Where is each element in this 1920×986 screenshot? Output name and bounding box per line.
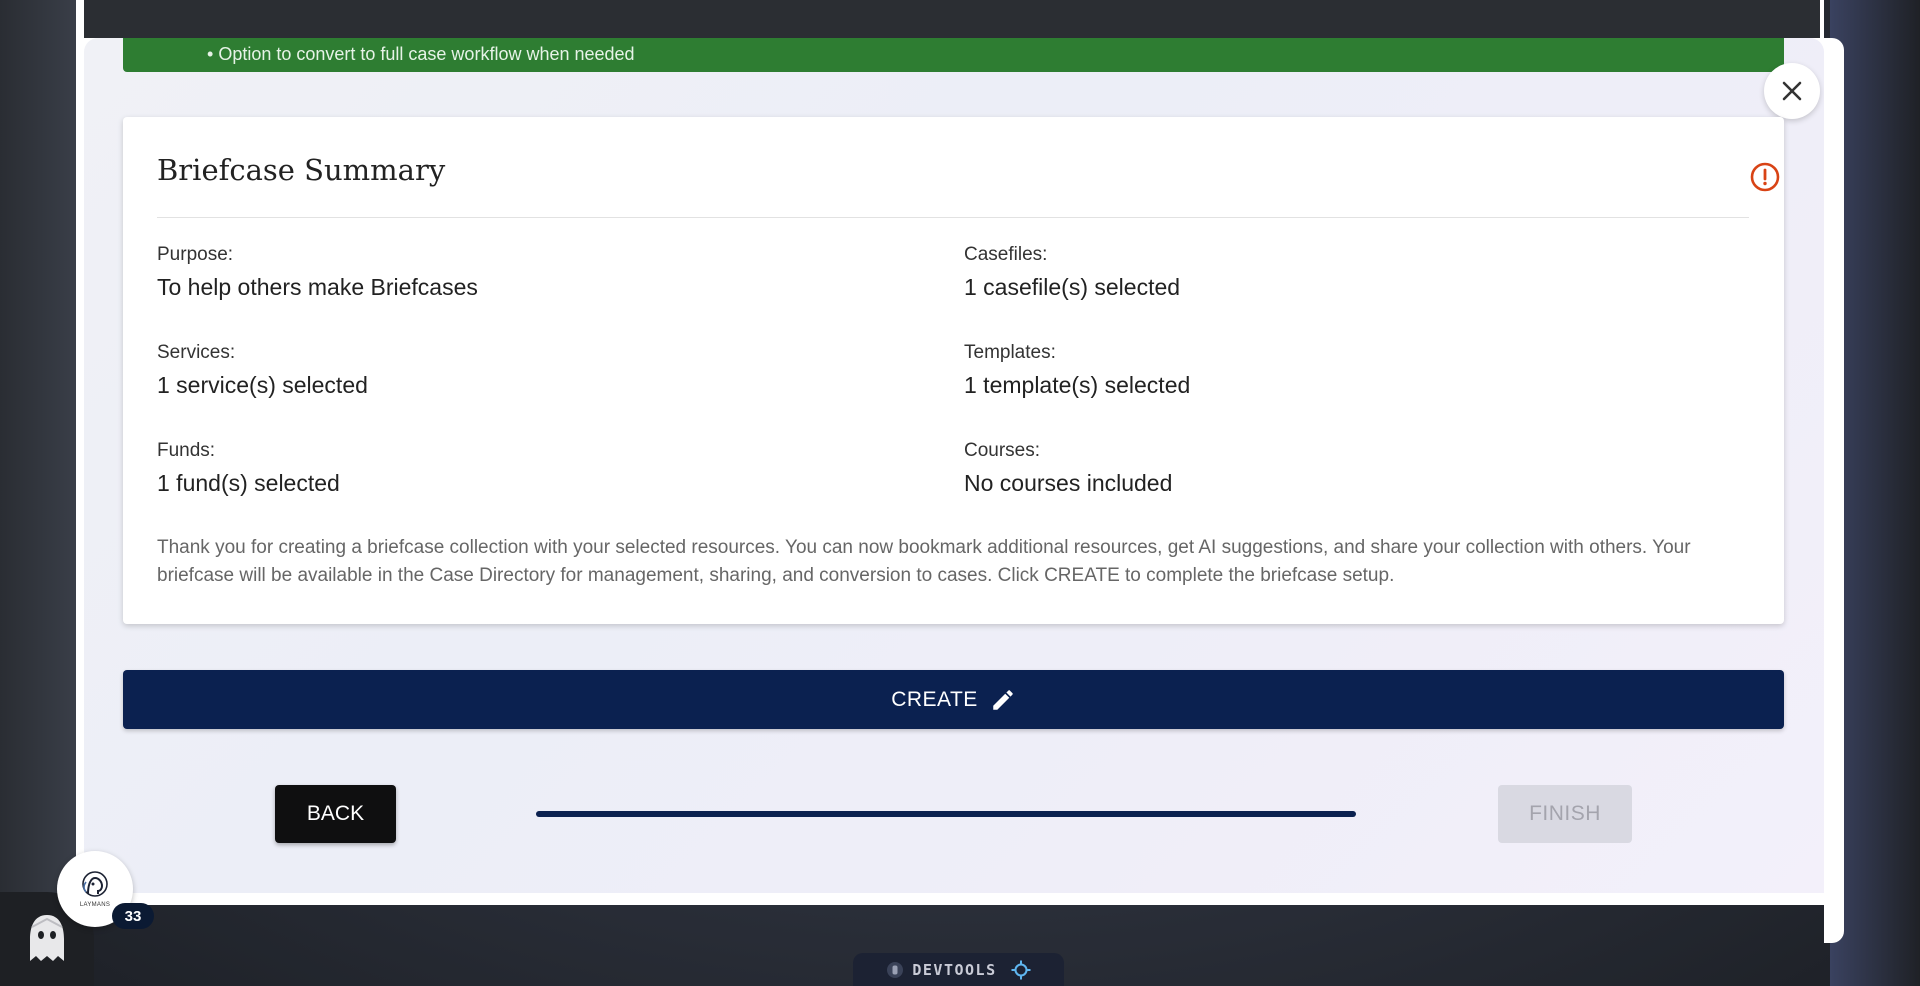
crosshair-icon[interactable] <box>1011 960 1031 980</box>
back-label: BACK <box>306 802 365 825</box>
summary-divider <box>157 217 1749 218</box>
create-label: CREATE <box>891 687 978 711</box>
alert-circle-icon[interactable] <box>1749 161 1781 193</box>
progress-fill <box>536 811 1356 817</box>
finish-label: FINISH <box>1529 802 1601 825</box>
finish-button[interactable]: FINISH <box>1498 785 1632 843</box>
field-casefiles: Casefiles: 1 casefile(s) selected <box>964 244 1180 301</box>
banner-bullet-text: Option to convert to full case workflow … <box>218 44 635 64</box>
summary-note: Thank you for creating a briefcase colle… <box>157 537 1691 586</box>
field-label: Funds: <box>157 440 216 461</box>
field-label: Templates: <box>964 342 1056 363</box>
field-value: 1 casefile(s) selected <box>964 274 1181 300</box>
devtools-label: DEVTOOLS <box>912 960 997 979</box>
field-funds: Funds: 1 fund(s) selected <box>157 440 340 497</box>
widget-caption: LAYMANS <box>79 902 111 908</box>
shield-icon <box>887 961 904 978</box>
field-templates: Templates: 1 template(s) selected <box>964 342 1190 399</box>
field-label: Services: <box>157 342 236 363</box>
devtools-bar[interactable]: DEVTOOLS <box>853 953 1064 986</box>
modal-edge <box>1824 38 1844 943</box>
ghost-icon <box>30 915 64 961</box>
close-button[interactable] <box>1764 63 1820 119</box>
create-button[interactable]: CREATE <box>123 670 1784 729</box>
summary-title: Briefcase Summary <box>157 153 446 187</box>
backdrop-left <box>0 0 80 986</box>
field-label: Purpose: <box>157 244 234 265</box>
field-label: Courses: <box>964 440 1041 461</box>
summary-card: Briefcase Summary Purpose: To help other… <box>123 117 1784 624</box>
banner-bullet: • Option to convert to full case workflo… <box>207 44 635 64</box>
field-value: 1 service(s) selected <box>157 372 368 398</box>
field-value: 1 fund(s) selected <box>157 470 340 496</box>
field-purpose: Purpose: To help others make Briefcases <box>157 244 478 301</box>
info-banner: • Option to convert to full case workflo… <box>123 38 1784 72</box>
field-value: 1 template(s) selected <box>964 372 1191 398</box>
laymans-logo-icon <box>82 871 108 897</box>
close-icon <box>1782 81 1802 101</box>
field-value: No courses included <box>964 470 1173 496</box>
briefcase-modal: • Option to convert to full case workflo… <box>84 38 1824 893</box>
field-services: Services: 1 service(s) selected <box>157 342 368 399</box>
pencil-icon <box>993 689 1013 710</box>
field-label: Casefiles: <box>964 244 1048 265</box>
back-button[interactable]: BACK <box>275 785 396 843</box>
field-value: To help others make Briefcases <box>157 274 478 300</box>
field-courses: Courses: No courses included <box>964 440 1172 497</box>
notification-badge: 33 <box>112 903 154 929</box>
background-header <box>84 0 1820 38</box>
progress-bar <box>536 811 1356 817</box>
